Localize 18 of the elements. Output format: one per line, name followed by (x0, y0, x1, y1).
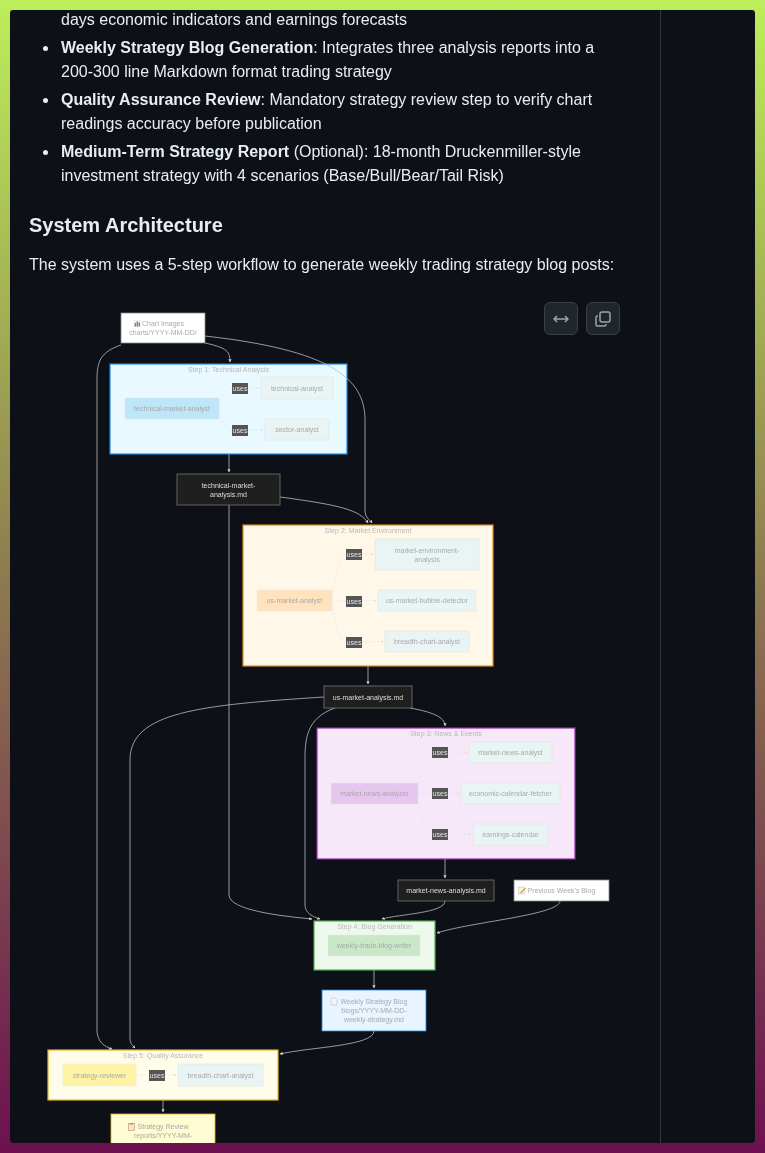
expand-button[interactable] (544, 302, 578, 335)
feature-text: Quality Assurance Review: Mandatory strategy review step to verify chart readings accuracy before publication (61, 90, 594, 134)
feature-text: Weekly Strategy Blog Generation: Integrates three analysis reports into a 200-300 line Markdown format trading strategy (61, 38, 596, 82)
bar-chart-icon (133, 320, 141, 327)
bullet-dot (43, 150, 48, 155)
clipboard-icon (128, 1123, 135, 1131)
document-icon (330, 997, 338, 1006)
tool-node (264, 418, 330, 441)
bullet-dot (43, 98, 48, 103)
bullet-dot (43, 46, 48, 51)
feature-text: Medium-Term Strategy Report (Optional): 18-month Druckenmiller-style investment strategy with 4 scenarios (Base/Bull/Bear/Tail Risk) (61, 142, 582, 186)
section-heading: System Architecture (29, 213, 224, 238)
copy-icon (595, 310, 611, 327)
horizontal-arrows-icon (553, 313, 569, 324)
copy-button[interactable] (586, 302, 620, 335)
memo-icon (518, 886, 527, 895)
list-text: days economic indicators and earnings forecasts (60, 10, 408, 30)
section-text: The system uses a 5-step workflow to generate weekly trading strategy blog posts: (29, 255, 616, 275)
